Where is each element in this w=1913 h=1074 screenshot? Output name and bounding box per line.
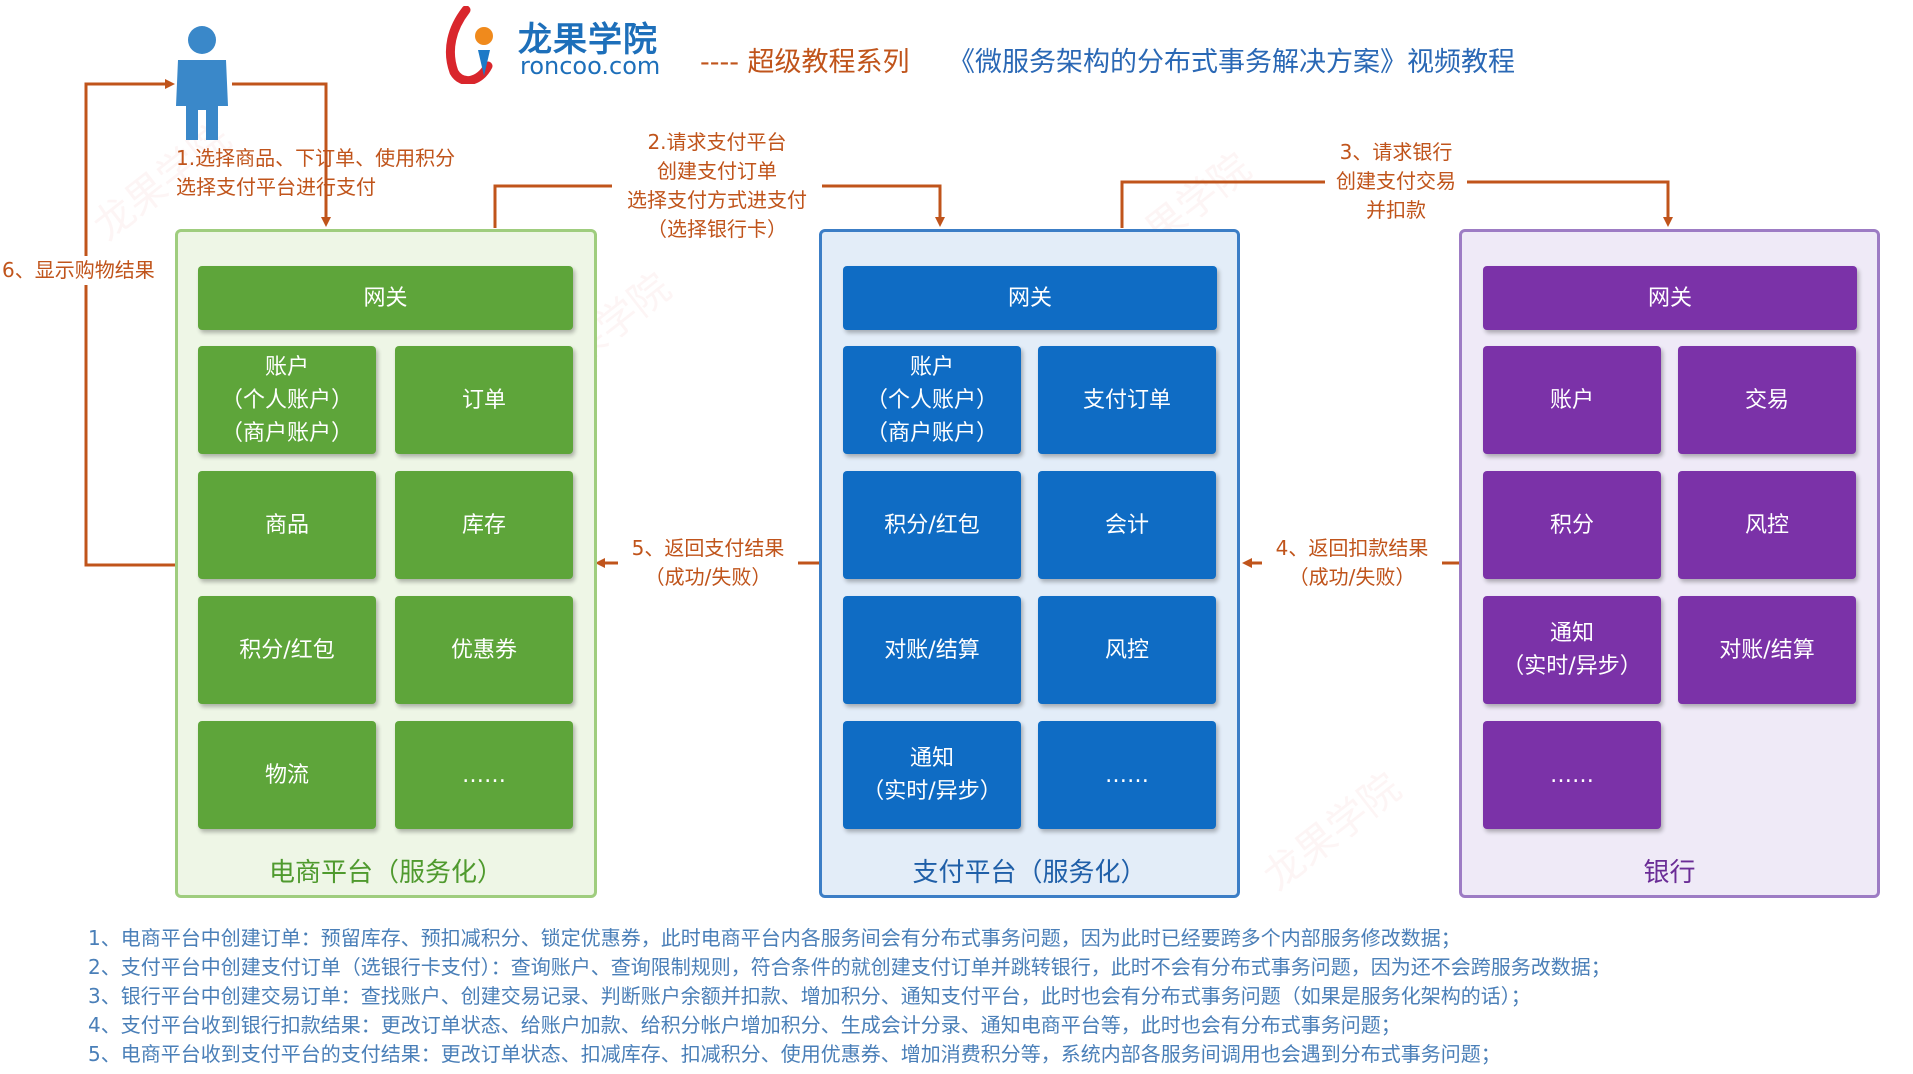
payment-points: 积分/红包 — [843, 471, 1021, 579]
series-title: ---- 超级教程系列 — [700, 47, 910, 78]
bank-gateway: 网关 — [1483, 266, 1857, 330]
ecommerce-more: …… — [395, 721, 573, 829]
ecommerce-inventory: 库存 — [395, 471, 573, 579]
payment-account: 账户 （个人账户） （商户账户） — [843, 346, 1021, 454]
bank-label: 银行 — [1643, 858, 1696, 888]
step-2-label: 2.请求支付平台 创建支付订单 选择支付方式进支付 （选择银行卡） — [612, 128, 822, 244]
bank-more: …… — [1483, 721, 1661, 829]
ecommerce-goods: 商品 — [198, 471, 376, 579]
note-3: 3、银行平台中创建交易订单：查找账户、创建交易记录、判断账户余额并扣款、增加积分… — [88, 984, 1531, 1008]
architecture-diagram: 龙果学院 龙果学院 龙果学院 龙果学院 龙果学院 龙果学院 — [0, 0, 1913, 1074]
arrow-6-show-result — [84, 79, 175, 567]
logo-mark-icon — [445, 6, 493, 84]
bank-points: 积分 — [1483, 471, 1661, 579]
person-icon — [176, 26, 228, 140]
step-3-label: 3、请求银行 创建支付交易 并扣款 — [1325, 138, 1467, 225]
note-1: 1、电商平台中创建订单：预留库存、预扣减积分、锁定优惠券，此时电商平台内各服务间… — [88, 926, 1461, 950]
note-4: 4、支付平台收到银行扣款结果：更改订单状态、给账户加款、给积分帐户增加积分、生成… — [88, 1013, 1401, 1037]
payment-platform: 网关 账户 （个人账户） （商户账户） 支付订单 积分/红包 会计 对账/结算 … — [819, 229, 1240, 898]
logo-domain: roncoo.com — [520, 52, 661, 80]
bank-platform: 网关 账户 交易 积分 风控 通知 （实时/异步） 对账/结算 …… 银行 — [1459, 229, 1880, 898]
payment-order: 支付订单 — [1038, 346, 1216, 454]
ecommerce-gateway: 网关 — [198, 266, 573, 330]
payment-more: …… — [1038, 721, 1216, 829]
roncoo-logo: 龙果学院 roncoo.com — [438, 6, 668, 84]
note-5: 5、电商平台收到支付平台的支付结果：更改订单状态、扣减库存、扣减积分、使用优惠券… — [88, 1042, 1501, 1066]
payment-reconciliation: 对账/结算 — [843, 596, 1021, 704]
course-title: 《微服务架构的分布式事务解决方案》视频教程 — [948, 47, 1515, 78]
ecommerce-coupon: 优惠券 — [395, 596, 573, 704]
step-1-label: 1.选择商品、下订单、使用积分 选择支付平台进行支付 — [176, 146, 456, 199]
ecommerce-order: 订单 — [395, 346, 573, 454]
bank-transaction: 交易 — [1678, 346, 1856, 454]
payment-notify: 通知 （实时/异步） — [843, 721, 1021, 829]
payment-label: 支付平台（服务化） — [912, 858, 1147, 888]
bank-notify: 通知 （实时/异步） — [1483, 596, 1661, 704]
payment-accounting: 会计 — [1038, 471, 1216, 579]
ecommerce-logistics: 物流 — [198, 721, 376, 829]
note-2: 2、支付平台中创建支付订单（选银行卡支付）：查询账户、查询限制规则，符合条件的就… — [88, 955, 1611, 979]
payment-gateway: 网关 — [843, 266, 1217, 330]
bank-risk: 风控 — [1678, 471, 1856, 579]
ecommerce-label: 电商平台（服务化） — [268, 858, 503, 888]
step-4-label: 4、返回扣款结果 （成功/失败） — [1262, 534, 1442, 592]
payment-risk: 风控 — [1038, 596, 1216, 704]
ecommerce-points: 积分/红包 — [198, 596, 376, 704]
bank-account: 账户 — [1483, 346, 1661, 454]
ecommerce-account: 账户 （个人账户） （商户账户） — [198, 346, 376, 454]
bank-reconciliation: 对账/结算 — [1678, 596, 1856, 704]
step-5-label: 5、返回支付结果 （成功/失败） — [618, 534, 798, 592]
step-6-label: 6、显示购物结果 — [0, 256, 157, 285]
ecommerce-platform: 网关 账户 （个人账户） （商户账户） 订单 商品 库存 积分/红包 优惠券 物… — [175, 229, 597, 898]
